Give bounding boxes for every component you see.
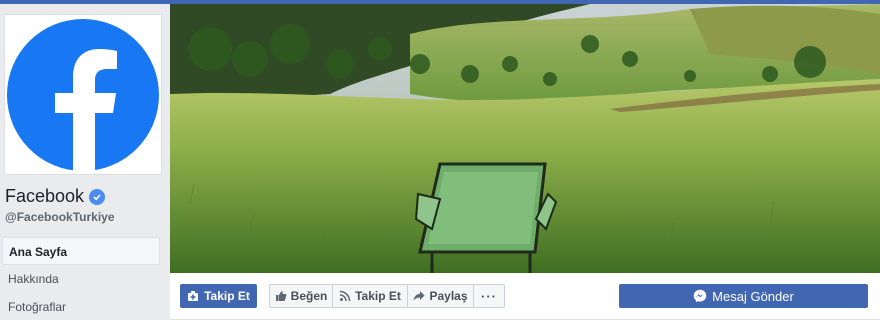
page-nav: Ana Sayfa Hakkında Fotoğraflar — [2, 237, 160, 320]
page-title[interactable]: Facebook — [5, 186, 106, 207]
share-arrow-icon — [413, 291, 425, 301]
more-dots-icon: ··· — [481, 288, 497, 304]
nav-item-about[interactable]: Hakkında — [2, 265, 160, 293]
like-thumb-icon — [275, 291, 287, 301]
share-button[interactable]: Paylaş — [408, 285, 474, 307]
left-column: Facebook @FacebookTurkiye Ana Sayfa Hakk… — [0, 4, 166, 320]
profile-picture[interactable] — [4, 14, 162, 175]
verified-badge-icon — [89, 188, 106, 205]
like-button-label: Beğen — [290, 289, 328, 303]
follow-button[interactable]: Takip Et — [180, 284, 257, 308]
more-options-button[interactable]: ··· — [474, 285, 504, 307]
follow-plus-icon — [188, 291, 199, 301]
nav-item-photos[interactable]: Fotoğraflar — [2, 293, 160, 320]
nav-item-home[interactable]: Ana Sayfa — [2, 237, 160, 265]
page-name-text[interactable]: Facebook — [5, 186, 84, 207]
page-action-bar: Takip Et Beğen Takip Et Paylaş ··· Mesaj… — [170, 273, 880, 320]
follow-secondary-button[interactable]: Takip Et — [333, 285, 408, 307]
facebook-logo-icon — [7, 18, 159, 171]
cover-photo[interactable] — [170, 4, 880, 273]
follow-secondary-label: Takip Et — [355, 289, 401, 303]
share-button-label: Paylaş — [429, 289, 468, 303]
messenger-icon — [693, 289, 707, 303]
cover-image — [170, 4, 880, 273]
send-message-label: Mesaj Gönder — [712, 288, 794, 304]
like-button[interactable]: Beğen — [270, 285, 333, 307]
send-message-button[interactable]: Mesaj Gönder — [619, 284, 868, 308]
page-handle[interactable]: @FacebookTurkiye — [5, 210, 115, 224]
rss-icon — [339, 290, 351, 302]
follow-button-label: Takip Et — [204, 289, 250, 303]
action-button-group: Beğen Takip Et Paylaş ··· — [269, 284, 505, 308]
